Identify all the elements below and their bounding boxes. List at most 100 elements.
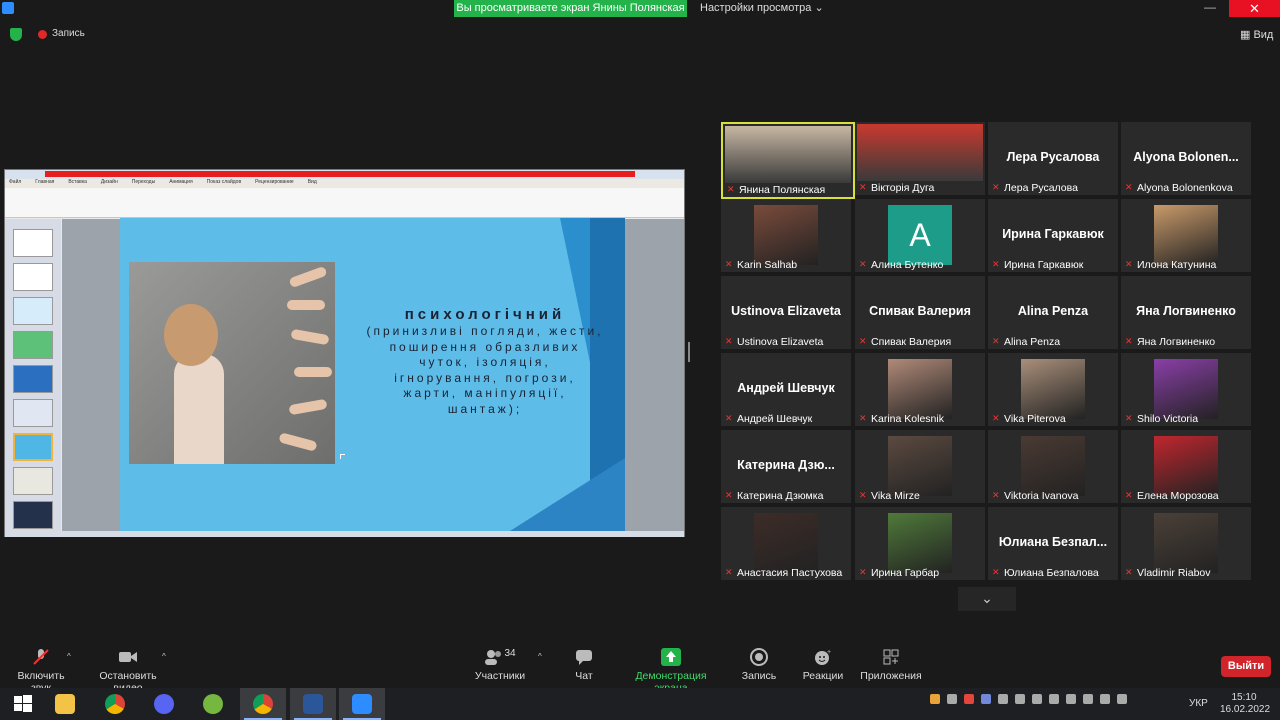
pointing-hand	[287, 300, 325, 310]
participant-tile[interactable]: ✕ Vika Mirze	[855, 430, 985, 503]
participant-tile[interactable]: Alyona Bolonen... ✕ Alyona Bolonenkova	[1121, 122, 1251, 195]
view-settings-dropdown[interactable]: Настройки просмотра ⌄	[700, 0, 830, 17]
ribbon-tab[interactable]: Файл	[5, 179, 21, 185]
participant-name: Янина Полянская	[739, 184, 826, 196]
gallery-next-page-button[interactable]: ⌄	[958, 587, 1016, 611]
recording-label: Запись	[52, 28, 85, 39]
wifi-icon[interactable]	[1032, 694, 1042, 705]
participant-tile[interactable]: ✕ Viktoria Ivanova	[988, 430, 1118, 503]
participant-name-label: Андрей Шевчук	[725, 413, 812, 425]
start-button[interactable]	[0, 688, 46, 720]
chat-button[interactable]: Чат	[564, 648, 604, 682]
photo-figure-body	[174, 354, 224, 464]
taskbar-discord[interactable]	[141, 688, 187, 720]
ribbon-tab[interactable]: Показ слайдов	[207, 179, 241, 185]
pointing-hand	[288, 265, 328, 289]
participant-name-label: Viktoria Ivanova	[992, 490, 1079, 502]
participant-name-label: Вікторія Дуга	[859, 182, 934, 194]
volume-icon[interactable]	[1066, 694, 1076, 705]
input-language[interactable]: УКР	[1189, 698, 1208, 709]
participants-options-caret[interactable]: ^	[538, 652, 542, 661]
recording-dot-icon	[38, 30, 47, 39]
participant-tile[interactable]: ✕ Karina Kolesnik	[855, 353, 985, 426]
participant-name: Катерина Дзюмка	[737, 490, 824, 502]
audio-options-caret[interactable]: ^	[67, 652, 71, 661]
participant-name: Viktoria Ivanova	[1004, 490, 1079, 502]
apps-label: Приложения	[860, 670, 922, 682]
apps-button[interactable]: Приложения	[858, 648, 924, 682]
shared-screen[interactable]: Файл Главная Вставка Дизайн Переходы Анимация…	[4, 169, 685, 537]
bluetooth-icon[interactable]	[1083, 694, 1093, 705]
participant-tile[interactable]: Лера Русалова ✕ Лера Русалова	[988, 122, 1118, 195]
participant-tile[interactable]: A ✕ Алина Бутенко	[855, 199, 985, 272]
participant-tile[interactable]: ✕ Ирина Гарбар	[855, 507, 985, 580]
tray-app-icon[interactable]	[998, 694, 1008, 705]
participant-tile[interactable]: ✕ Анастасия Пастухова	[721, 507, 851, 580]
minimize-button[interactable]: —	[1195, 0, 1225, 17]
participant-tile[interactable]: ✕ Vika Piterova	[988, 353, 1118, 426]
ribbon-tab[interactable]: Переходы	[132, 179, 155, 185]
taskbar-explorer[interactable]	[42, 688, 88, 720]
taskbar-chrome-active[interactable]	[240, 688, 286, 720]
participants-label: Участники	[474, 670, 526, 682]
participant-tile[interactable]: ✕ Илона Катунина	[1121, 199, 1251, 272]
tray-app-icon[interactable]	[930, 694, 940, 705]
tray-app-icon[interactable]	[1117, 694, 1127, 705]
participant-tile[interactable]: Ustinova Elizaveta ✕ Ustinova Elizaveta	[721, 276, 851, 349]
participant-tile[interactable]: Спивак Валерия ✕ Спивак Валерия	[855, 276, 985, 349]
steam-icon[interactable]	[947, 694, 957, 705]
pointing-hand	[288, 398, 328, 416]
ribbon-tab[interactable]: Дизайн	[101, 179, 118, 185]
close-window-button[interactable]: ✕	[1229, 0, 1280, 17]
ribbon-tab[interactable]: Рецензирование	[255, 179, 294, 185]
taskbar-utorrent[interactable]	[190, 688, 236, 720]
panel-splitter[interactable]	[688, 342, 690, 362]
participant-name: Ustinova Elizaveta	[737, 336, 824, 348]
participant-tile[interactable]: Яна Логвиненко ✕ Яна Логвиненко	[1121, 276, 1251, 349]
participant-photo	[888, 359, 952, 419]
participant-tile[interactable]: ✕ Shilo Victoria	[1121, 353, 1251, 426]
tray-app-icon[interactable]	[1100, 694, 1110, 705]
participant-tile[interactable]: Катерина Дзю... ✕ Катерина Дзюмка	[721, 430, 851, 503]
slide-thumbnail-selected	[13, 433, 53, 461]
ribbon-tab[interactable]: Вставка	[68, 179, 87, 185]
record-icon	[749, 648, 769, 666]
discord-tray-icon[interactable]	[981, 694, 991, 705]
participant-photo	[754, 205, 818, 265]
participant-tile[interactable]: ✕ Янина Полянская	[721, 122, 855, 199]
video-options-caret[interactable]: ^	[162, 652, 166, 661]
view-button[interactable]: ▦ Вид	[1240, 28, 1273, 41]
participant-tile[interactable]: ✕ Karin Salhab	[721, 199, 851, 272]
participant-tile[interactable]: Alina Penza ✕ Alina Penza	[988, 276, 1118, 349]
smiley-plus-icon: +	[813, 648, 833, 666]
participant-video	[725, 126, 851, 183]
ribbon-tab[interactable]: Главная	[35, 179, 54, 185]
record-button[interactable]: Запись	[738, 648, 780, 682]
taskbar-word[interactable]	[290, 688, 336, 720]
participant-name-label: Елена Морозова	[1125, 490, 1219, 502]
participant-tile[interactable]: Андрей Шевчук ✕ Андрей Шевчук	[721, 353, 851, 426]
ribbon-tab[interactable]: Анимация	[169, 179, 192, 185]
powerpoint-status-bar	[5, 531, 684, 537]
participant-name-label: Анастасия Пастухова	[725, 567, 842, 579]
ribbon-tab[interactable]: Вид	[308, 179, 317, 185]
clock-time: 15:10	[1231, 692, 1257, 703]
battery-icon[interactable]	[1015, 694, 1025, 705]
tray-app-icon[interactable]	[964, 694, 974, 705]
screen-share-banner: Вы просматриваете экран Янины Полянская	[454, 0, 687, 17]
participant-tile[interactable]: ✕ Vladimir Riabov	[1121, 507, 1251, 580]
taskbar-chrome[interactable]	[92, 688, 138, 720]
taskbar-clock[interactable]: 15:10 16.02.2022	[1220, 692, 1270, 716]
participant-tile[interactable]: Ирина Гаркавюк ✕ Ирина Гаркавюк	[988, 199, 1118, 272]
participant-name-label: Vika Piterova	[992, 413, 1066, 425]
network-icon[interactable]	[1049, 694, 1059, 705]
participant-tile[interactable]: ✕ Елена Морозова	[1121, 430, 1251, 503]
reactions-button[interactable]: + Реакции	[800, 648, 846, 682]
participant-tile[interactable]: Юлиана Безпал... ✕ Юлиана Безпалова	[988, 507, 1118, 580]
participants-button[interactable]: 34 Участники	[468, 648, 532, 682]
taskbar-zoom[interactable]	[339, 688, 385, 720]
security-shield-icon[interactable]	[10, 28, 22, 41]
leave-meeting-button[interactable]: Выйти	[1221, 656, 1271, 677]
participant-tile[interactable]: ✕ Вікторія Дуга	[855, 122, 985, 195]
participant-photo	[1021, 359, 1085, 419]
